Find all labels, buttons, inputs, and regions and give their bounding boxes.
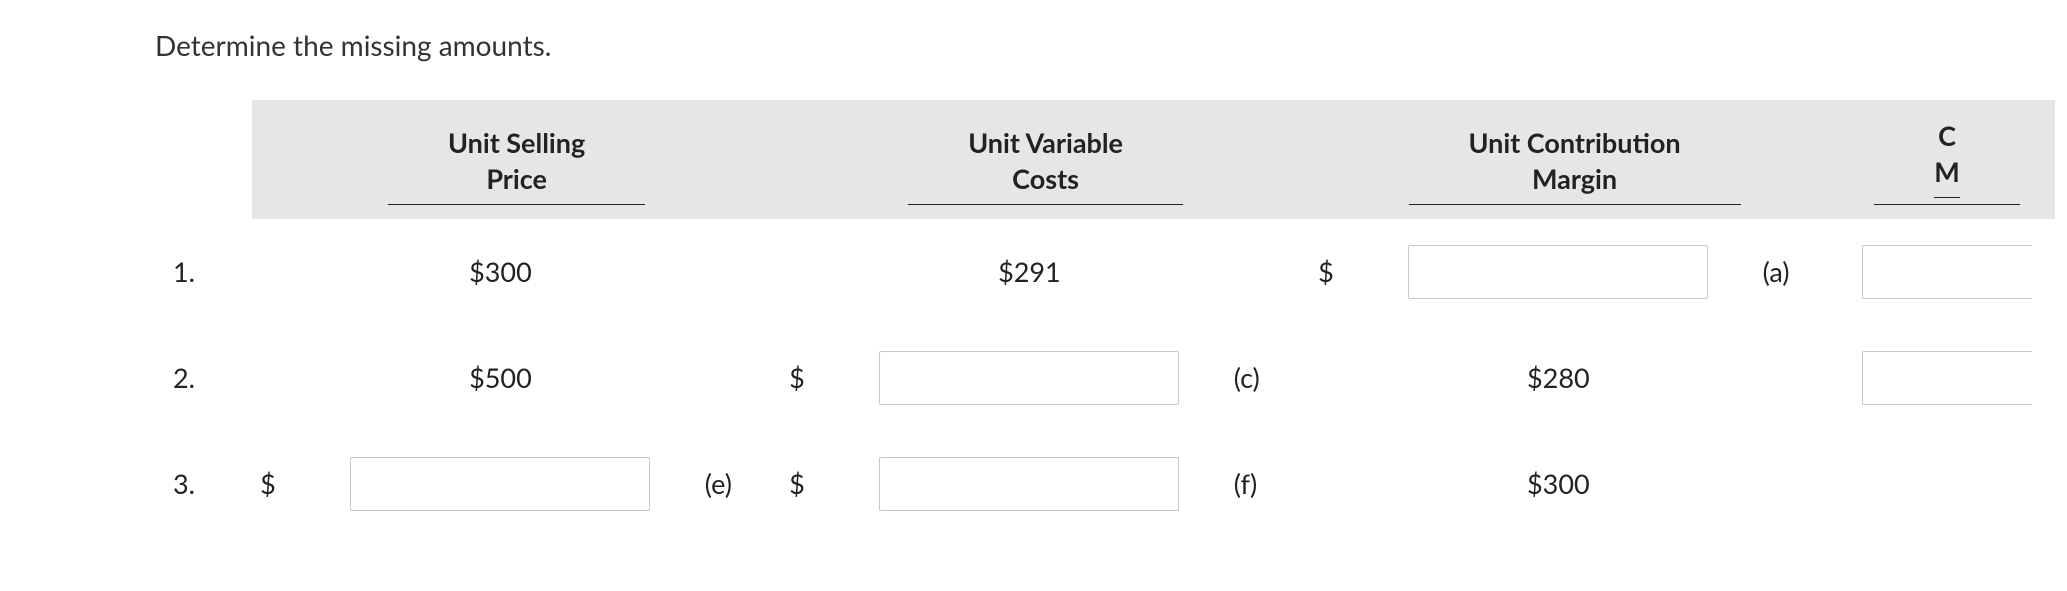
last-input[interactable]	[1862, 351, 2032, 405]
price-label: (e)	[695, 431, 781, 537]
table-row: 3.$(e)$(f)$300	[155, 431, 2055, 537]
header-last-partial: CM	[1839, 100, 2055, 219]
price-label	[695, 219, 781, 325]
contribution-value: $280	[1364, 325, 1753, 431]
last-input[interactable]	[1862, 245, 2032, 299]
contribution-label: (a)	[1753, 219, 1839, 325]
variable-value	[835, 431, 1224, 537]
contribution-currency	[1310, 325, 1364, 431]
variable-label: (c)	[1224, 325, 1310, 431]
variable-label: (f)	[1224, 431, 1310, 537]
contribution-label	[1753, 431, 1839, 537]
price-currency: $	[252, 431, 306, 537]
variable-currency: $	[781, 431, 835, 537]
price-value: $500	[306, 325, 695, 431]
price-currency	[252, 219, 306, 325]
contribution-value: $300	[1364, 431, 1753, 537]
variable-value	[835, 325, 1224, 431]
contribution-currency	[1310, 431, 1364, 537]
variable-currency: $	[781, 325, 835, 431]
variable-label	[1224, 219, 1310, 325]
last-cell	[1839, 431, 2055, 537]
instruction-text: Determine the missing amounts.	[155, 28, 2067, 62]
table-row: 2. $500 $ (c) $280	[155, 325, 2055, 431]
contribution-currency: $	[1310, 219, 1364, 325]
header-price: Unit SellingPrice	[252, 100, 781, 219]
contribution-value	[1364, 219, 1753, 325]
price-currency	[252, 325, 306, 431]
price-label	[695, 325, 781, 431]
variable-input[interactable]	[879, 457, 1179, 511]
row-number: 3.	[155, 431, 252, 537]
last-cell	[1839, 325, 2055, 431]
price-input[interactable]	[350, 457, 650, 511]
header-contribution: Unit ContributionMargin	[1310, 100, 1839, 219]
variable-value: $291	[835, 219, 1224, 325]
contribution-label	[1753, 325, 1839, 431]
variable-input[interactable]	[879, 351, 1179, 405]
last-cell	[1839, 219, 2055, 325]
variable-currency	[781, 219, 835, 325]
header-blank	[155, 100, 252, 219]
contribution-input[interactable]	[1408, 245, 1708, 299]
amounts-table: Unit SellingPrice Unit VariableCosts Uni…	[155, 100, 2055, 537]
row-number: 2.	[155, 325, 252, 431]
row-number: 1.	[155, 219, 252, 325]
header-variable: Unit VariableCosts	[781, 100, 1310, 219]
table-row: 1. $300 $291 $ (a)	[155, 219, 2055, 325]
price-value: $300	[306, 219, 695, 325]
price-value	[306, 431, 695, 537]
